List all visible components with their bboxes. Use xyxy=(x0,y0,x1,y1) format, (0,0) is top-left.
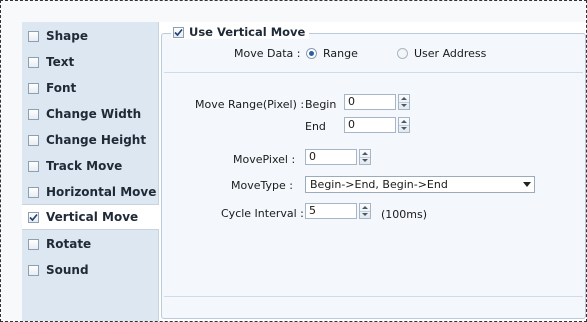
sidebar-item-sound[interactable]: Sound xyxy=(22,257,158,283)
cycle-interval-spin-buttons[interactable] xyxy=(359,203,371,219)
sidebar-item-change-width[interactable]: Change Width xyxy=(22,101,158,127)
sidebar-item-rotate[interactable]: Rotate xyxy=(22,231,158,257)
move-type-select[interactable]: Begin->End, Begin->End xyxy=(305,176,535,193)
font-checkbox[interactable] xyxy=(28,82,39,94)
change-width-checkbox[interactable] xyxy=(28,108,39,120)
user-address-radio[interactable] xyxy=(397,48,408,59)
cycle-interval-unit: (100ms) xyxy=(381,208,428,221)
end-label: End xyxy=(305,120,326,133)
group-divider xyxy=(164,72,583,73)
use-vertical-move-toggle[interactable]: Use Vertical Move xyxy=(171,25,310,39)
sidebar-item-change-height[interactable]: Change Height xyxy=(22,127,158,153)
sidebar-item-label: Change Width xyxy=(46,107,142,121)
move-data-label: Move Data : xyxy=(234,47,301,60)
sidebar-item-label: Shape xyxy=(46,29,89,43)
end-input[interactable]: 0 xyxy=(344,117,396,133)
track-move-checkbox[interactable] xyxy=(28,160,39,172)
sidebar-item-label: Rotate xyxy=(46,237,92,251)
sidebar-item-text[interactable]: Text xyxy=(22,49,158,75)
sidebar-item-label: Sound xyxy=(46,263,89,277)
group-title: Use Vertical Move xyxy=(189,25,306,39)
radio-dot xyxy=(309,51,314,56)
vertical-move-checkbox[interactable] xyxy=(28,211,39,223)
sidebar-item-label: Font xyxy=(46,81,77,95)
property-sidebar: Shape Text Font Change Width Change Heig… xyxy=(22,22,159,321)
dialog-frame: Shape Text Font Change Width Change Heig… xyxy=(0,0,587,322)
sidebar-item-font[interactable]: Font xyxy=(22,75,158,101)
end-stepper: 0 xyxy=(344,117,410,133)
sidebar-item-label: Text xyxy=(46,55,75,69)
move-pixel-label: MovePixel : xyxy=(233,153,296,166)
sidebar-item-horizontal-move[interactable]: Horizontal Move xyxy=(22,179,158,205)
spin-down-icon[interactable] xyxy=(360,156,370,165)
begin-spin-buttons[interactable] xyxy=(398,94,410,110)
spin-down-icon[interactable] xyxy=(360,210,370,219)
sidebar-item-label: Change Height xyxy=(46,133,147,147)
rotate-checkbox[interactable] xyxy=(28,238,39,250)
cycle-interval-stepper: 5 xyxy=(305,203,371,219)
cycle-interval-input[interactable]: 5 xyxy=(305,203,357,219)
spin-down-icon[interactable] xyxy=(399,124,409,133)
sidebar-item-vertical-move[interactable]: Vertical Move xyxy=(22,204,159,230)
begin-input[interactable]: 0 xyxy=(344,94,396,110)
begin-label: Begin xyxy=(305,98,337,111)
cycle-interval-label: Cycle Interval : xyxy=(221,207,304,220)
sidebar-item-label: Horizontal Move xyxy=(46,185,157,199)
end-spin-buttons[interactable] xyxy=(398,117,410,133)
move-pixel-input[interactable]: 0 xyxy=(305,149,357,165)
use-vertical-move-checkbox[interactable] xyxy=(173,26,184,38)
move-range-label: Move Range(Pixel) : xyxy=(195,98,305,111)
sidebar-item-track-move[interactable]: Track Move xyxy=(22,153,158,179)
range-radio-label[interactable]: Range xyxy=(323,47,358,60)
horizontal-move-checkbox[interactable] xyxy=(28,186,39,198)
checkmark-icon xyxy=(29,213,38,221)
sidebar-item-shape[interactable]: Shape xyxy=(22,23,158,49)
move-pixel-stepper: 0 xyxy=(305,149,371,165)
chevron-down-icon[interactable] xyxy=(520,182,534,187)
move-type-label: MoveType : xyxy=(231,179,293,192)
group-bottom-divider xyxy=(164,296,583,297)
shape-checkbox[interactable] xyxy=(28,30,39,42)
change-height-checkbox[interactable] xyxy=(28,134,39,146)
user-address-radio-label[interactable]: User Address xyxy=(414,47,486,60)
sidebar-item-label: Vertical Move xyxy=(46,210,139,224)
settings-panel: Use Vertical Move Move Data : Range User… xyxy=(159,22,586,321)
sidebar-item-label: Track Move xyxy=(46,159,123,173)
begin-stepper: 0 xyxy=(344,94,410,110)
text-checkbox[interactable] xyxy=(28,56,39,68)
range-radio[interactable] xyxy=(306,48,317,59)
move-pixel-spin-buttons[interactable] xyxy=(359,149,371,165)
sound-checkbox[interactable] xyxy=(28,264,39,276)
move-type-value: Begin->End, Begin->End xyxy=(310,178,448,191)
checkmark-icon xyxy=(174,28,183,36)
spin-down-icon[interactable] xyxy=(399,101,409,110)
